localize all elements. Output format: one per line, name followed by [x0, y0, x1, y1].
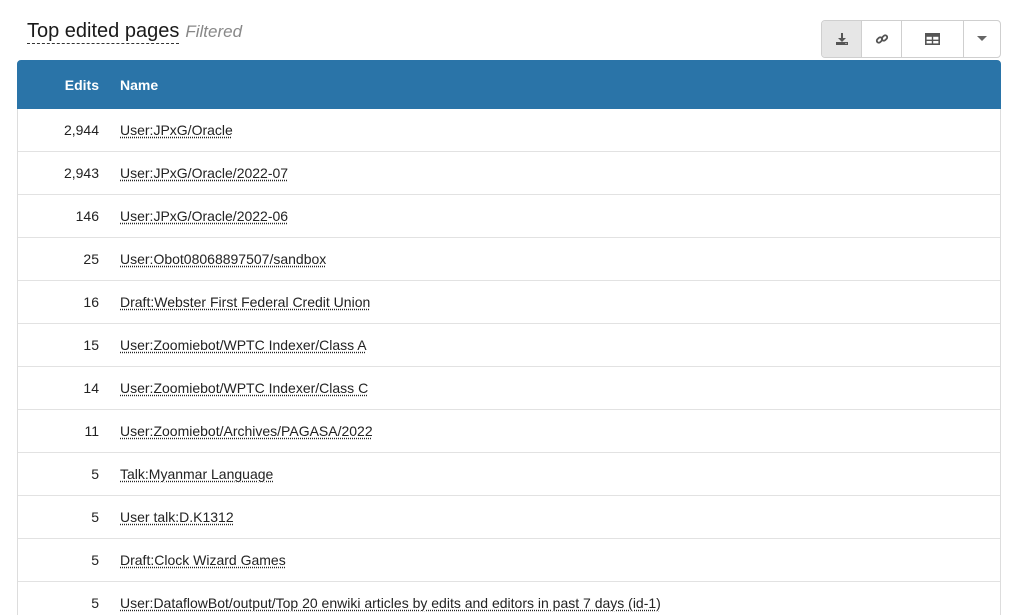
- page-link[interactable]: User:Zoomiebot/WPTC Indexer/Class A: [99, 337, 367, 353]
- table-row: 2,943 User:JPxG/Oracle/2022-07: [18, 152, 1000, 195]
- table-row: 5 Talk:Myanmar Language: [18, 453, 1000, 496]
- section-title[interactable]: Top edited pages: [27, 20, 179, 44]
- table-row: 2,944 User:JPxG/Oracle: [18, 109, 1000, 152]
- edit-count: 25: [18, 251, 99, 267]
- table-row: 5 User talk:D.K1312: [18, 496, 1000, 539]
- page-link[interactable]: Draft:Webster First Federal Credit Union: [99, 294, 370, 310]
- table-row: 16 Draft:Webster First Federal Credit Uni…: [18, 281, 1000, 324]
- download-button[interactable]: [822, 21, 862, 57]
- edit-count: 14: [18, 380, 99, 396]
- table-view-button[interactable]: [902, 21, 964, 57]
- table-row: 11 User:Zoomiebot/Archives/PAGASA/2022: [18, 410, 1000, 453]
- caret-down-icon: [977, 36, 987, 42]
- table-header: Edits Name: [17, 60, 1001, 109]
- table-icon: [925, 33, 940, 45]
- table-row: 25 User:Obot08068897507/sandbox: [18, 238, 1000, 281]
- page-link[interactable]: User:Zoomiebot/WPTC Indexer/Class C: [99, 380, 368, 396]
- link-icon: [875, 32, 889, 46]
- edit-count: 2,943: [18, 165, 99, 181]
- download-icon: [835, 32, 849, 46]
- column-header-edits[interactable]: Edits: [18, 77, 99, 93]
- page-link[interactable]: User:JPxG/Oracle/2022-07: [99, 165, 288, 181]
- table-body: 2,944 User:JPxG/Oracle 2,943 User:JPxG/Orac…: [18, 109, 1000, 615]
- edit-count: 5: [18, 466, 99, 482]
- page-link[interactable]: Talk:Myanmar Language: [99, 466, 273, 482]
- options-dropdown-button[interactable]: [964, 21, 1000, 57]
- top-edited-pages-table: Edits Name 2,944 User:JPxG/Oracle 2,943 Use…: [17, 60, 1001, 615]
- edit-count: 146: [18, 208, 99, 224]
- edit-count: 11: [18, 423, 99, 439]
- page-link[interactable]: User:DataflowBot/output/Top 20 enwiki ar…: [99, 595, 661, 611]
- toolbar: [821, 20, 1001, 58]
- edit-count: 2,944: [18, 122, 99, 138]
- page-link[interactable]: User:JPxG/Oracle/2022-06: [99, 208, 288, 224]
- edit-count: 15: [18, 337, 99, 353]
- edit-count: 5: [18, 595, 99, 611]
- filtered-label: Filtered: [185, 22, 242, 42]
- table-row: 15 User:Zoomiebot/WPTC Indexer/Class A: [18, 324, 1000, 367]
- column-header-name[interactable]: Name: [99, 77, 158, 93]
- table-row: 5 User:DataflowBot/output/Top 20 enwiki a…: [18, 582, 1000, 615]
- edit-count: 5: [18, 552, 99, 568]
- copy-link-button[interactable]: [862, 21, 902, 57]
- page-link[interactable]: User talk:D.K1312: [99, 509, 234, 525]
- page-link[interactable]: User:JPxG/Oracle: [99, 122, 233, 138]
- table-row: 14 User:Zoomiebot/WPTC Indexer/Class C: [18, 367, 1000, 410]
- edit-count: 5: [18, 509, 99, 525]
- table-row: 5 Draft:Clock Wizard Games: [18, 539, 1000, 582]
- page-link[interactable]: User:Zoomiebot/Archives/PAGASA/2022: [99, 423, 373, 439]
- page-link[interactable]: User:Obot08068897507/sandbox: [99, 251, 326, 267]
- page-link[interactable]: Draft:Clock Wizard Games: [99, 552, 286, 568]
- table-row: 146 User:JPxG/Oracle/2022-06: [18, 195, 1000, 238]
- page: Top edited pages Filtered Edits Name 2,9…: [0, 0, 1023, 615]
- section-header: Top edited pages Filtered: [27, 20, 242, 44]
- edit-count: 16: [18, 294, 99, 310]
